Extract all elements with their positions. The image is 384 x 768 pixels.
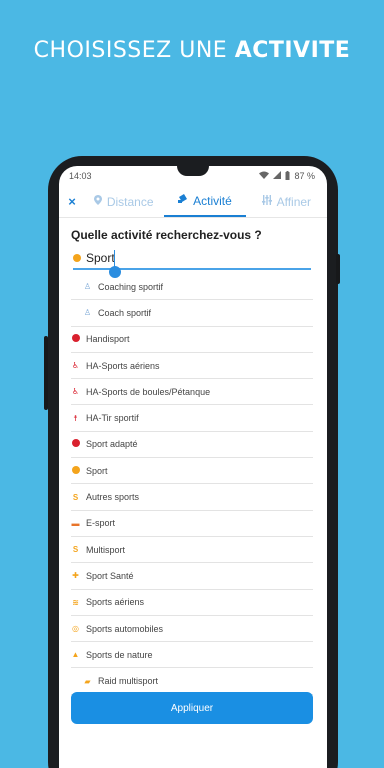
steering-icon: ◎: [72, 624, 79, 633]
list-item-label: Raid multisport: [98, 676, 159, 687]
phone-side-button: [44, 336, 48, 410]
list-item[interactable]: ♙ Coach sportif: [71, 300, 313, 327]
list-item-label: Handisport: [86, 334, 130, 345]
list-item[interactable]: ☨ HA-Tir sportif: [71, 405, 313, 432]
shoe-icon: ▰: [84, 676, 91, 686]
list-item[interactable]: ♿ HA-Sports aériens: [71, 353, 313, 380]
list-item[interactable]: ▬ E-sport: [71, 511, 313, 537]
tab-bar: × Distance Activité Affiner: [59, 186, 327, 218]
list-item-label: Sport Santé: [86, 570, 134, 581]
tab-label: Activité: [193, 193, 232, 208]
search-value[interactable]: Sport: [86, 251, 115, 265]
list-item-label: Multisport: [86, 544, 126, 555]
list-item[interactable]: S Autres sports: [71, 484, 313, 511]
dot-icon: [71, 439, 80, 449]
map-pin-icon: [93, 195, 102, 208]
sport-dot-icon: [73, 254, 81, 262]
shooter-icon: ☨: [73, 413, 78, 423]
status-time: 14:03: [69, 171, 92, 181]
phone-screen: 14:03 87 % × Distance Activité Affiner Q…: [59, 166, 327, 768]
tab-label: Distance: [106, 194, 154, 209]
dot-icon: [71, 334, 80, 344]
phone-power-button: [336, 254, 340, 284]
signal-icon: [273, 171, 282, 181]
list-item-label: Autres sports: [86, 492, 140, 503]
close-icon[interactable]: ×: [61, 194, 83, 209]
battery-percent: 87 %: [294, 171, 315, 181]
list-item-label: E-sport: [86, 518, 116, 529]
list-item-label: Coach sportif: [98, 307, 152, 318]
person-icon: ♙: [83, 282, 92, 292]
list-item-label: Coaching sportif: [98, 281, 164, 292]
search-input[interactable]: Sport: [73, 248, 311, 278]
tab-affiner[interactable]: Affiner: [246, 186, 327, 217]
mountain-icon: ▲: [71, 650, 80, 660]
s-icon: S: [72, 545, 79, 555]
list-item-label: Sport adapté: [86, 439, 138, 450]
wings-icon: ≋: [72, 597, 79, 607]
list-item[interactable]: ≋ Sports aériens: [71, 590, 313, 616]
list-item[interactable]: ♿ HA-Sports de boules/Pétanque: [71, 379, 313, 406]
s-icon: S: [72, 492, 79, 502]
person-icon: ♙: [83, 308, 92, 318]
headline-normal: CHOISISSEZ UNE: [33, 38, 235, 63]
gamepad-icon: ▬: [71, 518, 80, 528]
tab-activite[interactable]: Activité: [164, 186, 246, 217]
question-heading: Quelle activité recherchez-vous ?: [71, 228, 262, 242]
headline-bold: ACTIVITE: [234, 38, 351, 63]
list-item-label: Sports aériens: [86, 597, 145, 608]
list-item-label: Sports de nature: [86, 649, 153, 660]
wheelchair-icon: ♿: [71, 361, 80, 371]
cursor-handle[interactable]: [109, 266, 121, 278]
wheelchair-icon: ♿: [71, 387, 80, 397]
dot-icon: [71, 465, 80, 476]
list-item[interactable]: ♙ Coaching sportif: [71, 274, 313, 301]
wifi-icon: [259, 171, 270, 181]
ticket-icon: [178, 194, 188, 207]
list-item[interactable]: Sport: [71, 458, 313, 485]
list-item[interactable]: ▰ Raid multisport: [71, 668, 313, 695]
list-item[interactable]: Handisport: [71, 327, 313, 353]
list-item-label: Sport: [86, 465, 108, 476]
list-item[interactable]: S Multisport: [71, 537, 313, 564]
list-item-label: HA-Sports aériens: [86, 360, 160, 371]
list-item-label: Sports automobiles: [86, 623, 164, 634]
list-item[interactable]: ◎ Sports automobiles: [71, 616, 313, 643]
health-icon: ✚: [72, 571, 79, 581]
list-item[interactable]: Sport adapté: [71, 432, 313, 459]
headline: CHOISISSEZ UNE ACTIVITE: [0, 38, 384, 63]
tab-distance[interactable]: Distance: [83, 186, 164, 217]
apply-button[interactable]: Appliquer: [71, 692, 313, 724]
tab-label: Affiner: [276, 194, 312, 209]
list-item-label: HA-Sports de boules/Pétanque: [86, 386, 211, 397]
list-item[interactable]: ▲ Sports de nature: [71, 642, 313, 669]
battery-icon: [285, 170, 290, 182]
activity-list: ♙ Coaching sportif ♙ Coach sportif Handispor…: [71, 274, 313, 695]
camera-notch: [177, 166, 209, 176]
list-item-label: HA-Tir sportif: [86, 413, 139, 424]
sliders-icon: [261, 195, 272, 208]
list-item[interactable]: ✚ Sport Santé: [71, 563, 313, 590]
